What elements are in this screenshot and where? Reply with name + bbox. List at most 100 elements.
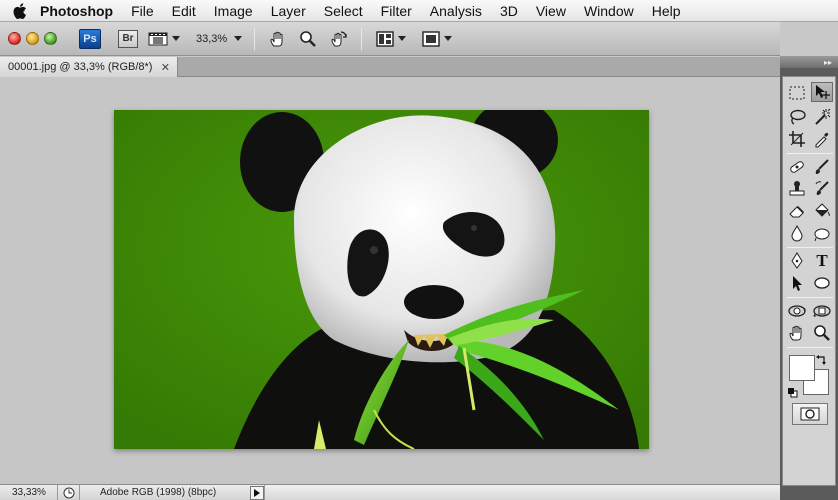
3d-orbit-tool[interactable] bbox=[811, 301, 833, 321]
menu-filter[interactable]: Filter bbox=[372, 3, 421, 19]
document-profile-info: Adobe RGB (1998) (8bpc) bbox=[100, 487, 217, 498]
hand-tool-button[interactable] bbox=[269, 30, 287, 48]
dodge-icon bbox=[814, 228, 830, 242]
foreground-color-swatch[interactable] bbox=[789, 355, 815, 381]
type-tool-icon: T bbox=[816, 251, 828, 270]
arrange-layout-icon bbox=[376, 30, 394, 47]
document-image[interactable] bbox=[114, 110, 649, 449]
zoom-level-dropdown[interactable]: 33,3% bbox=[196, 33, 227, 45]
status-menu-arrow-button[interactable] bbox=[250, 485, 264, 500]
pen-nib-icon bbox=[791, 252, 803, 269]
move-tool[interactable] bbox=[811, 82, 833, 102]
chevron-down-icon bbox=[172, 36, 180, 41]
screen-mode-button[interactable] bbox=[422, 30, 453, 47]
eyedropper-tool[interactable] bbox=[811, 129, 833, 149]
magnifier-icon bbox=[814, 325, 830, 341]
rotate-view-button[interactable] bbox=[329, 29, 349, 49]
screen-mode-icon bbox=[422, 30, 440, 47]
menu-help[interactable]: Help bbox=[643, 3, 690, 19]
application-bar: Ps Br 33,3% bbox=[0, 22, 780, 56]
history-brush-icon bbox=[815, 181, 829, 195]
zoom-tool[interactable] bbox=[811, 323, 833, 343]
swap-colors-icon[interactable] bbox=[816, 353, 828, 371]
play-arrow-icon bbox=[254, 488, 260, 497]
brush-icon bbox=[815, 159, 829, 174]
film-strip-icon bbox=[148, 32, 168, 45]
window-zoom-button[interactable] bbox=[44, 32, 57, 45]
paint-bucket-tool[interactable] bbox=[811, 201, 833, 221]
type-tool[interactable]: T bbox=[811, 251, 833, 271]
window-close-button[interactable] bbox=[8, 32, 21, 45]
ellipse-shape-icon bbox=[814, 277, 830, 289]
shape-tool[interactable] bbox=[811, 273, 833, 293]
tools-panel-header[interactable]: ▸▸ bbox=[780, 56, 838, 68]
document-canvas-area[interactable] bbox=[0, 77, 780, 484]
clone-stamp-tool[interactable] bbox=[786, 179, 808, 199]
menu-file[interactable]: File bbox=[122, 3, 163, 19]
chevron-down-icon[interactable] bbox=[234, 36, 243, 41]
magic-wand-icon bbox=[815, 108, 831, 125]
path-arrow-icon bbox=[793, 276, 802, 291]
menu-select[interactable]: Select bbox=[315, 3, 372, 19]
arrange-documents-button[interactable] bbox=[376, 30, 407, 47]
move-arrow-icon bbox=[816, 85, 830, 99]
rotate-hand-icon bbox=[331, 30, 347, 46]
window-minimize-button[interactable] bbox=[26, 32, 39, 45]
3d-rotate-tool[interactable] bbox=[786, 301, 808, 321]
view-extras-button[interactable] bbox=[148, 31, 180, 47]
status-zoom-field[interactable]: 33,33% bbox=[0, 485, 58, 500]
blur-tool[interactable] bbox=[786, 223, 808, 243]
document-tab-title: 00001.jpg @ 33,3% (RGB/8*) bbox=[8, 61, 153, 73]
document-tab[interactable]: 00001.jpg @ 33,3% (RGB/8*) ✕ bbox=[0, 57, 178, 77]
menu-bar: Photoshop File Edit Image Layer Select F… bbox=[0, 0, 838, 22]
menu-view[interactable]: View bbox=[527, 3, 575, 19]
quick-mask-button[interactable] bbox=[792, 403, 828, 425]
menu-3d[interactable]: 3D bbox=[491, 3, 527, 19]
menu-image[interactable]: Image bbox=[205, 3, 262, 19]
history-brush-tool[interactable] bbox=[811, 179, 833, 199]
pen-tool[interactable] bbox=[786, 251, 808, 271]
brush-tool[interactable] bbox=[811, 157, 833, 177]
spot-healing-brush-tool[interactable] bbox=[786, 157, 808, 177]
dodge-tool[interactable] bbox=[811, 223, 833, 243]
document-tab-bar: 00001.jpg @ 33,3% (RGB/8*) ✕ bbox=[0, 57, 780, 77]
lasso-tool[interactable] bbox=[786, 107, 808, 127]
default-colors-icon[interactable] bbox=[787, 385, 798, 403]
bandage-icon bbox=[790, 161, 804, 173]
menu-layer[interactable]: Layer bbox=[262, 3, 315, 19]
crop-tool[interactable] bbox=[786, 129, 808, 149]
toolbox-divider bbox=[787, 347, 833, 348]
toolbar-separator bbox=[361, 27, 363, 50]
menu-analysis[interactable]: Analysis bbox=[421, 3, 491, 19]
collapse-panel-icon[interactable]: ▸▸ bbox=[824, 58, 832, 67]
tools-panel: ▸▸ T bbox=[780, 56, 838, 500]
magic-wand-tool[interactable] bbox=[811, 107, 833, 127]
3d-orbit-icon bbox=[813, 305, 831, 317]
menu-app-name[interactable]: Photoshop bbox=[40, 3, 122, 19]
toolbar-separator bbox=[254, 27, 256, 50]
hand-tool[interactable] bbox=[786, 323, 808, 343]
horizontal-scrollbar[interactable] bbox=[264, 485, 780, 500]
eraser-icon bbox=[789, 206, 804, 218]
paint-bucket-icon bbox=[815, 203, 830, 217]
timeline-clock-icon[interactable] bbox=[58, 485, 80, 500]
path-selection-tool[interactable] bbox=[786, 273, 808, 293]
menu-window[interactable]: Window bbox=[575, 3, 643, 19]
eraser-tool[interactable] bbox=[786, 201, 808, 221]
photoshop-logo-icon: Ps bbox=[79, 28, 101, 49]
rectangular-marquee-tool[interactable] bbox=[786, 83, 808, 103]
hand-icon bbox=[789, 325, 802, 341]
eyedropper-icon bbox=[815, 132, 829, 148]
menu-edit[interactable]: Edit bbox=[163, 3, 205, 19]
status-bar: 33,33% Adobe RGB (1998) (8bpc) bbox=[0, 484, 780, 500]
close-icon[interactable]: ✕ bbox=[161, 61, 170, 74]
lasso-icon bbox=[790, 109, 806, 125]
chevron-down-icon bbox=[398, 36, 407, 41]
chevron-down-icon bbox=[444, 36, 453, 41]
droplet-icon bbox=[791, 224, 803, 242]
panda-photo bbox=[114, 110, 649, 449]
toolbox-divider bbox=[787, 153, 833, 154]
zoom-tool-button[interactable] bbox=[299, 30, 317, 48]
launch-bridge-button[interactable]: Br bbox=[118, 29, 138, 48]
apple-logo-icon[interactable] bbox=[0, 2, 40, 19]
